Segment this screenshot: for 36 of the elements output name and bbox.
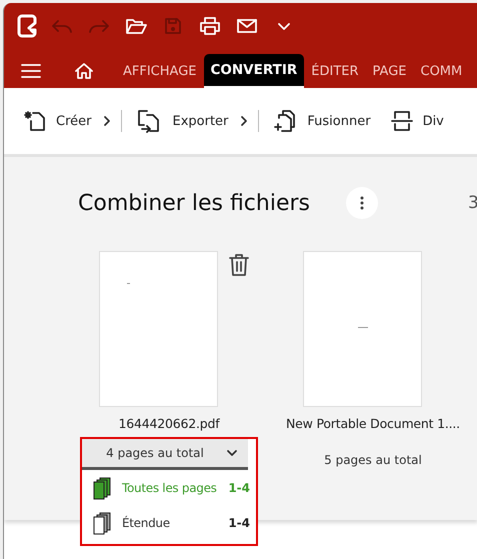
- page-count: 5 pages au total: [324, 453, 422, 467]
- mail-icon: [236, 18, 258, 34]
- more-icon: [360, 196, 364, 210]
- page-range-dropdown[interactable]: 4 pages au total: [82, 439, 248, 470]
- panel-title: Combiner les fichiers: [78, 190, 310, 216]
- file-name: New Portable Document 1....: [286, 416, 460, 431]
- page-thumbnail[interactable]: [302, 251, 422, 407]
- undo-icon: [51, 18, 73, 32]
- chevron-down-icon: [277, 20, 291, 30]
- print-icon: [199, 16, 221, 36]
- redo-icon: [88, 18, 110, 32]
- ribbon-button[interactable]: Créer: [24, 101, 92, 141]
- folder-icon: [125, 16, 147, 34]
- ribbon-button[interactable]: Exporter: [136, 101, 228, 141]
- tab[interactable]: ÉDITER: [304, 54, 366, 88]
- home-icon: [74, 62, 94, 80]
- file-name: 1644420662.pdf: [118, 416, 220, 431]
- tab[interactable]: PAGE: [366, 54, 414, 88]
- new-page-icon: [24, 109, 46, 133]
- logo-icon: [17, 14, 37, 38]
- tab[interactable]: CONVERTIR: [204, 54, 304, 88]
- tab[interactable]: AFFICHAGE: [116, 54, 204, 88]
- ribbon-button[interactable]: Div: [390, 101, 444, 141]
- trash-icon: [228, 253, 250, 277]
- more-button[interactable]: [346, 187, 378, 219]
- merge-icon: [273, 109, 298, 133]
- save-icon: [164, 16, 182, 34]
- ribbon-button[interactable]: Fusionner: [273, 101, 371, 141]
- page-thumbnail[interactable]: [98, 251, 218, 407]
- chevron-down-icon: [226, 449, 238, 457]
- menu-item[interactable]: Étendue 1-4: [82, 505, 256, 540]
- split-icon: [390, 109, 413, 133]
- menu-icon: [20, 63, 42, 79]
- delete-button[interactable]: [228, 253, 250, 277]
- menu-item[interactable]: Toutes les pages 1-4: [82, 470, 256, 505]
- tab[interactable]: COMM: [414, 54, 470, 88]
